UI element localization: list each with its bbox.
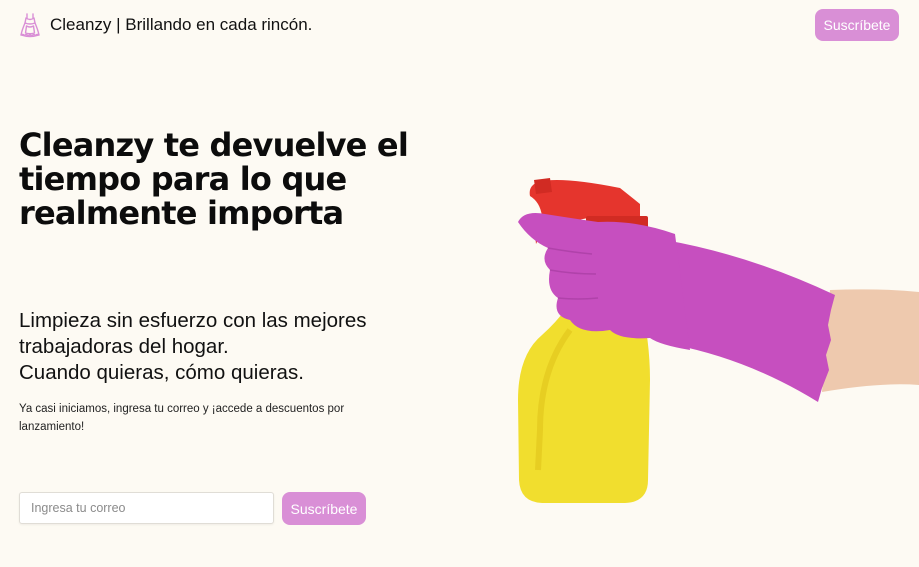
glove-cuff [665,240,835,402]
brand[interactable]: Cleanzy | Brillando en cada rincón. [18,12,312,38]
maid-dress-icon [18,12,42,38]
hero-note: Ya casi iniciamos, ingresa tu correo y ¡… [19,403,345,433]
hero-subtitle: Limpieza sin esfuerzo con las mejores tr… [19,308,439,386]
glove-hand [518,213,690,350]
hero-subtitle-line: Cuando quieras, cómo quieras. [19,361,304,384]
header-subscribe-button[interactable]: Suscríbete [815,9,899,41]
subscribe-button[interactable]: Suscríbete [282,492,366,525]
hero-image [500,170,919,515]
signup-form: Suscríbete [19,492,366,525]
top-bar: Cleanzy | Brillando en cada rincón. Susc… [0,0,919,50]
forearm [822,289,919,392]
landing-page: Cleanzy | Brillando en cada rincón. Susc… [0,0,919,567]
brand-title: Cleanzy | Brillando en cada rincón. [50,15,313,34]
hero-subtitle-line: Limpieza sin esfuerzo con las mejores [19,309,367,332]
email-field[interactable] [19,492,274,524]
hero-title: Cleanzy te devuelve el tiempo para lo qu… [19,126,409,232]
hero-subtitle-line: trabajadoras del hogar. [19,335,229,358]
